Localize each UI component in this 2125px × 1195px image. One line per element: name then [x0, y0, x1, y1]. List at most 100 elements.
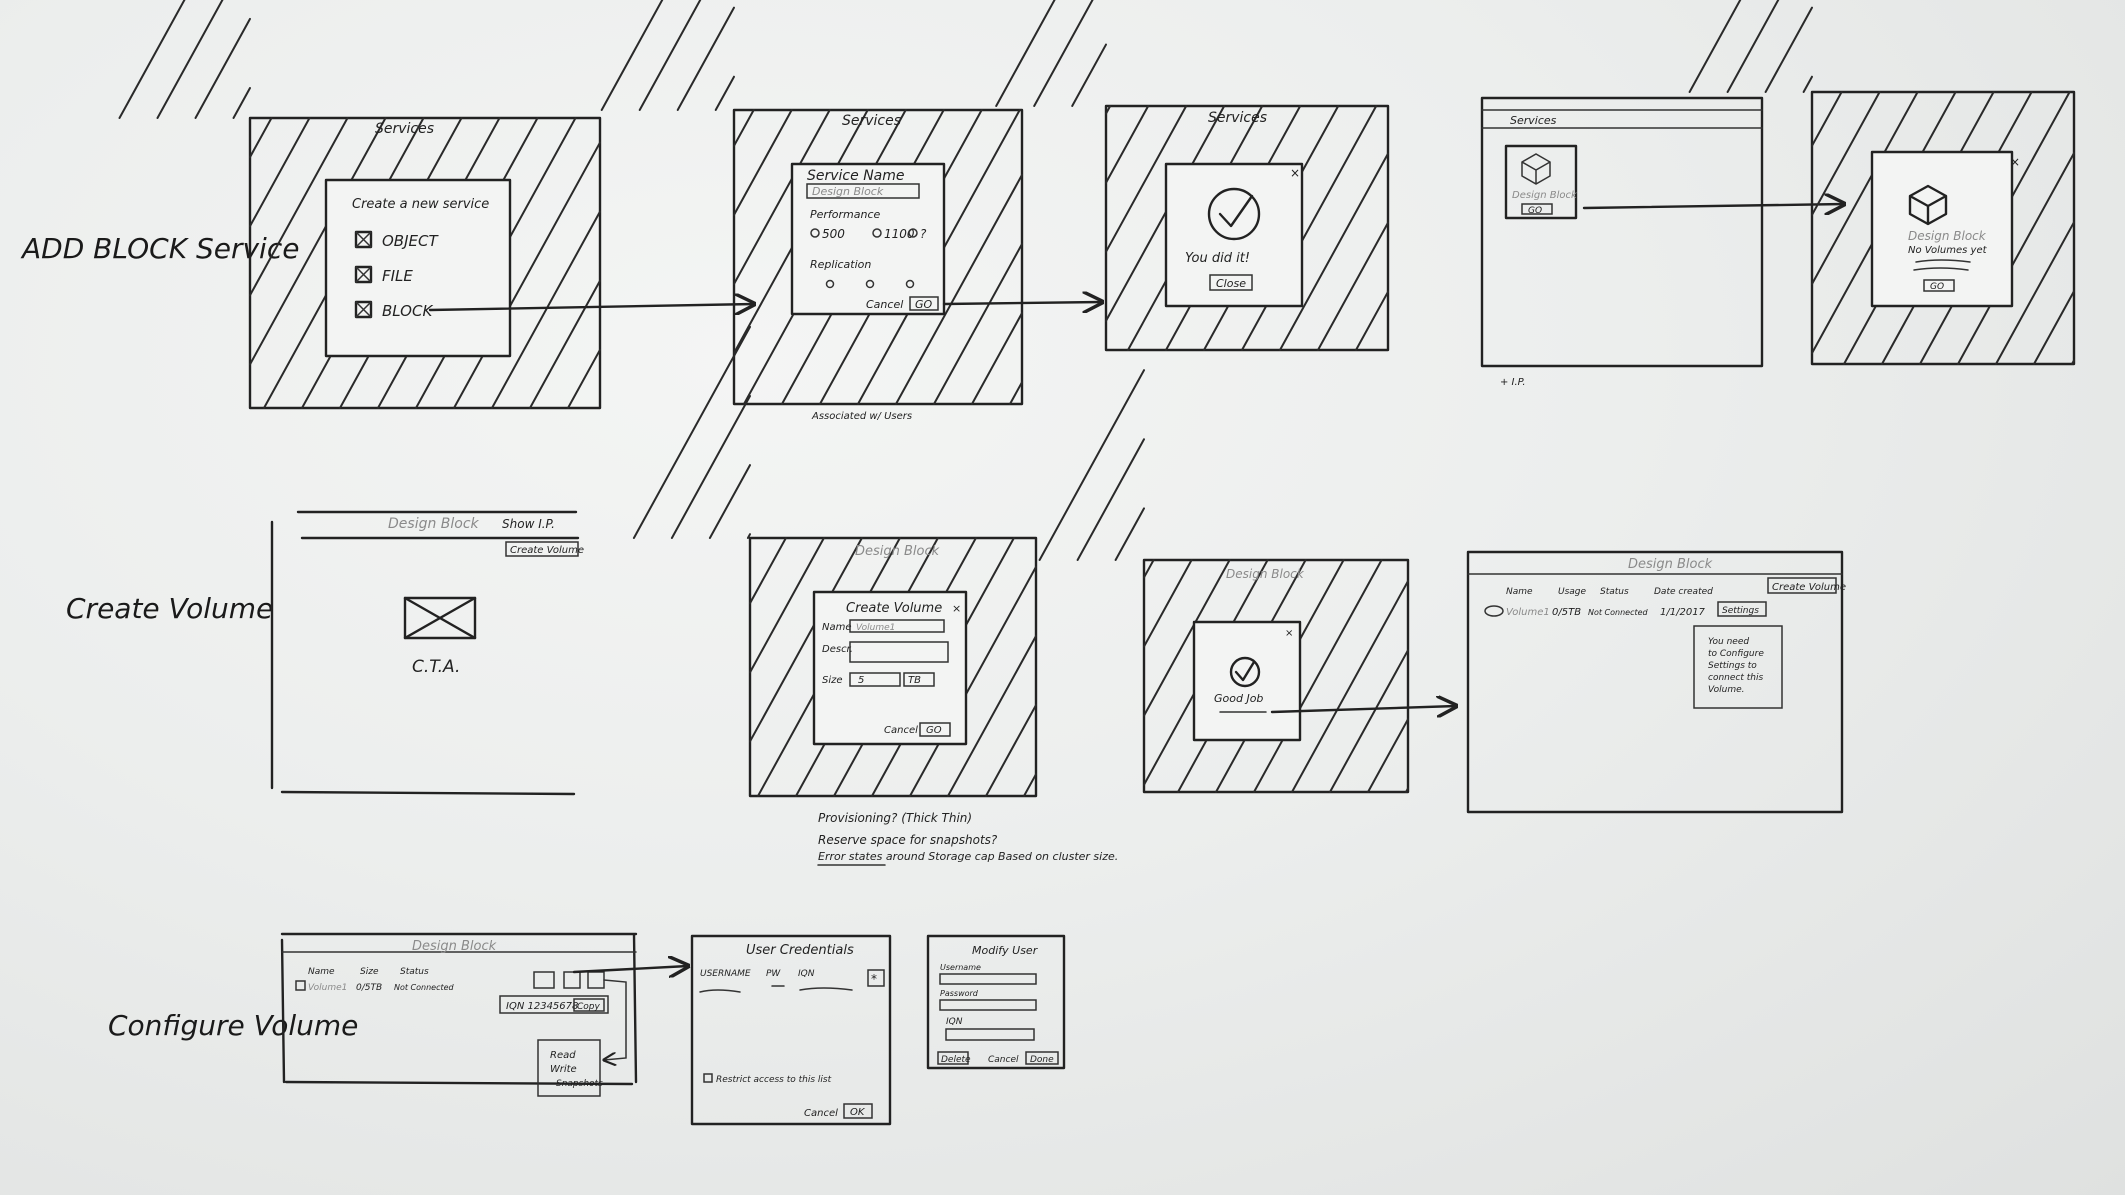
row-label-configure-volume: Configure Volume: [108, 1009, 358, 1042]
volume-date: 1/1/2017: [1660, 607, 1706, 618]
users-icon-button[interactable]: [563, 971, 581, 989]
volume-name[interactable]: Volume1: [1506, 607, 1550, 618]
hatch-stroke: [567, 348, 601, 409]
close-icon[interactable]: ×: [1285, 628, 1293, 639]
size-value[interactable]: 5: [858, 675, 864, 686]
hatch-stroke: [1726, 0, 1780, 93]
go-button[interactable]: GO: [915, 298, 933, 311]
col-name: Name: [308, 967, 335, 977]
hatch-stroke: [118, 0, 186, 119]
restrict-checkbox[interactable]: [703, 1073, 713, 1083]
go-button[interactable]: GO: [1528, 206, 1542, 216]
perf-1100: 1100: [884, 227, 915, 241]
col-status: Status: [1600, 587, 1629, 597]
close-icon[interactable]: ×: [2010, 155, 2020, 169]
hatch-stroke: [1802, 75, 1813, 93]
unit-value: TB: [908, 675, 921, 686]
note-ip: + I.P.: [1500, 377, 1526, 388]
name-value[interactable]: Volume1: [856, 623, 895, 633]
close-button[interactable]: Close: [1216, 277, 1246, 290]
cancel-button[interactable]: Cancel: [866, 298, 903, 311]
hatch-stroke: [733, 109, 755, 147]
cancel-button[interactable]: Cancel: [884, 725, 918, 736]
volume-name[interactable]: Volume1: [308, 983, 347, 993]
row-label-add-block: ADD BLOCK Service: [20, 232, 299, 265]
ok-button[interactable]: OK: [850, 1107, 866, 1118]
close-icon[interactable]: ×: [952, 602, 961, 615]
hatch-stroke: [733, 109, 793, 216]
volume-usage: 0/5TB: [1552, 607, 1581, 618]
hatch-stroke: [985, 704, 1037, 797]
sketch-success: Services × You did it! Close: [995, 0, 1390, 352]
note-error-states: Error states around Storage cap Based on…: [818, 850, 1118, 863]
tip-line-3: Settings to: [1708, 661, 1757, 671]
hatch-stroke: [1038, 369, 1145, 561]
success-message: You did it!: [1185, 251, 1250, 266]
username-label: Username: [940, 963, 981, 972]
hatch-stroke: [1143, 559, 1193, 648]
done-button[interactable]: Done: [1030, 1055, 1054, 1065]
tile-name: Design Block: [1908, 229, 1987, 243]
hatch-stroke: [1329, 649, 1409, 793]
note-provisioning: Provisioning? (Thick Thin): [818, 811, 972, 825]
settings-button[interactable]: Settings: [1722, 606, 1759, 616]
perm-read[interactable]: Read: [550, 1050, 576, 1061]
password-field[interactable]: [939, 999, 1037, 1011]
name-value[interactable]: Design Block: [812, 185, 884, 198]
settings-icon-button[interactable]: [533, 971, 555, 989]
copy-button[interactable]: Copy: [577, 1002, 601, 1012]
col-name: Name: [1506, 587, 1533, 597]
flow-arrow: [1582, 204, 1844, 208]
go-button[interactable]: GO: [926, 725, 942, 736]
username-field[interactable]: [939, 973, 1037, 985]
iqn-field[interactable]: [945, 1028, 1035, 1041]
sketch-good-job: Design Block × Good Job: [1038, 369, 1410, 794]
perm-snapshots[interactable]: Snapshots: [556, 1079, 603, 1089]
perm-write[interactable]: Write: [550, 1064, 577, 1075]
create-volume-button[interactable]: Create Volume: [510, 545, 584, 556]
dialog-heading: Create a new service: [352, 197, 489, 212]
hatch-stroke: [708, 464, 751, 539]
screen-title: Design Block: [388, 516, 480, 532]
permissions-icon-button[interactable]: [587, 971, 605, 989]
hatch-stroke: [1688, 0, 1742, 93]
replication-label: Replication: [810, 258, 871, 271]
delete-button[interactable]: Delete: [941, 1055, 971, 1065]
cancel-button[interactable]: Cancel: [804, 1108, 838, 1119]
hatch-stroke: [1009, 381, 1023, 405]
cancel-button[interactable]: Cancel: [988, 1055, 1019, 1065]
hatch-stroke: [971, 312, 1023, 405]
hatch-stroke: [632, 325, 751, 539]
hatch-stroke: [1291, 580, 1409, 793]
hatch-stroke: [1811, 91, 1881, 216]
tip-line-4: connect this: [1708, 673, 1763, 683]
hatch-stroke: [600, 0, 664, 111]
screen-title: Design Block: [412, 939, 497, 954]
hatch-stroke: [1811, 91, 1843, 147]
name-label: Name: [822, 622, 852, 633]
screen-title: Services: [842, 113, 901, 129]
tip-line-2: to Configure: [1708, 649, 1764, 659]
dialog-title: Create Volume: [846, 601, 942, 616]
hatch-stroke: [156, 0, 224, 119]
create-volume-button[interactable]: Create Volume: [1772, 582, 1846, 593]
hatch-stroke: [1105, 105, 1150, 184]
hatch-stroke: [995, 0, 1056, 107]
tile-name: Design Block: [1512, 190, 1578, 201]
hatch-stroke: [529, 279, 601, 409]
add-icon: *: [871, 972, 877, 986]
col-size: Size: [360, 967, 379, 977]
hatch-stroke: [2033, 290, 2075, 365]
col-password: PW: [766, 969, 781, 979]
screen-title: Design Block: [855, 544, 940, 559]
hatch-stroke: [1071, 43, 1107, 107]
perf-other: ?: [920, 227, 927, 241]
go-button[interactable]: GO: [1930, 282, 1944, 292]
row-checkbox[interactable]: [295, 980, 306, 991]
sketch-create-volume-dialog: Design Block Create Volume × Name Volume…: [632, 325, 1118, 866]
sketch-modify-user: Modify User Username Password IQN Delete…: [926, 934, 1066, 1070]
sketch-design-block-empty: × Design Block No Volumes yet GO: [1688, 0, 2076, 366]
close-icon[interactable]: ×: [1290, 166, 1300, 180]
show-ip-link[interactable]: Show I.P.: [502, 517, 555, 531]
sketch-services-tile: Services Design Block GO + I.P.: [1480, 96, 1764, 388]
